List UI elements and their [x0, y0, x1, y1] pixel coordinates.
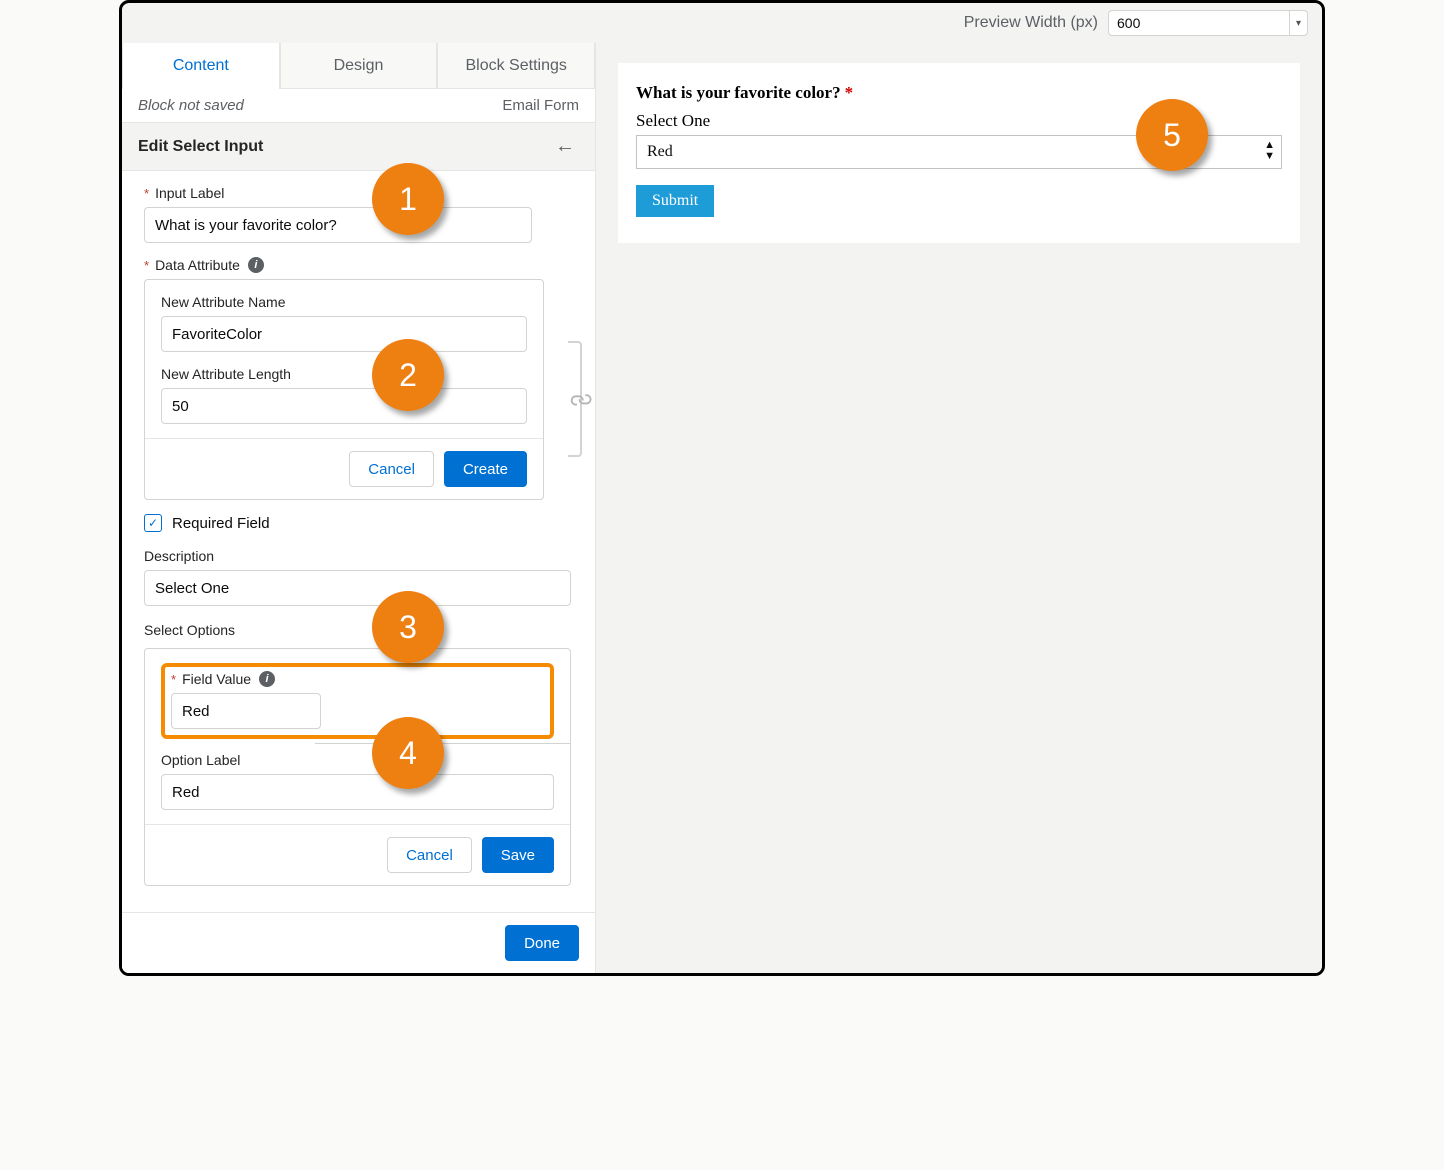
field-value-field[interactable]	[171, 693, 321, 729]
app-frame: Preview Width (px) 600 ▾ Content Design …	[119, 0, 1325, 976]
preview-panel: What is your favorite color?* Select One…	[596, 43, 1322, 973]
tab-design[interactable]: Design	[280, 43, 438, 89]
description-row: Description	[144, 548, 571, 606]
select-options-footer: Cancel Save	[145, 824, 570, 885]
input-label-row: * Input Label	[144, 185, 544, 243]
required-star-icon: *	[144, 258, 149, 273]
callout-1: 1	[372, 163, 444, 235]
callout-2: 2	[372, 339, 444, 411]
left-panel: Content Design Block Settings Block not …	[122, 43, 596, 973]
new-attribute-length-row: New Attribute Length	[161, 366, 527, 424]
info-icon[interactable]: i	[248, 257, 264, 273]
preview-submit-button[interactable]: Submit	[636, 185, 714, 217]
option-label-field[interactable]	[161, 774, 554, 810]
required-field-label: Required Field	[172, 515, 270, 532]
panel-body: * Input Label * Data Attribute i	[122, 171, 595, 912]
input-label-field[interactable]	[144, 207, 532, 243]
field-value-highlight: * Field Value i	[161, 663, 554, 739]
done-button[interactable]: Done	[505, 925, 579, 961]
cancel-button-2[interactable]: Cancel	[387, 837, 472, 873]
required-field-checkbox[interactable]: ✓	[144, 514, 162, 532]
data-attribute-box: New Attribute Name New Attribute Length …	[144, 279, 544, 500]
preview-selected-value: Red	[647, 143, 673, 161]
cancel-button[interactable]: Cancel	[349, 451, 434, 487]
tab-block-settings[interactable]: Block Settings	[437, 43, 595, 89]
option-label-row: Option Label	[161, 752, 554, 810]
select-options-label: Select Options	[144, 622, 571, 638]
tab-content[interactable]: Content	[122, 43, 280, 89]
info-icon[interactable]: i	[259, 671, 275, 687]
required-star-icon: *	[171, 672, 176, 687]
status-row: Block not saved Email Form	[122, 89, 595, 122]
new-attribute-name-row: New Attribute Name	[161, 294, 527, 352]
description-field[interactable]	[144, 570, 571, 606]
block-not-saved-label: Block not saved	[138, 97, 244, 114]
content-area: Content Design Block Settings Block not …	[122, 43, 1322, 973]
required-field-row[interactable]: ✓ Required Field	[144, 514, 571, 532]
data-attribute-row: * Data Attribute i New Attribute Name Ne…	[144, 257, 544, 500]
description-label: Description	[144, 548, 571, 564]
preview-width-label: Preview Width (px)	[964, 14, 1098, 32]
new-attribute-length-field[interactable]	[161, 388, 527, 424]
top-bar: Preview Width (px) 600 ▾	[122, 3, 1322, 43]
save-button[interactable]: Save	[482, 837, 554, 873]
required-star-icon: *	[144, 186, 149, 201]
new-attribute-length-label: New Attribute Length	[161, 366, 527, 382]
required-star-icon: *	[845, 83, 854, 102]
option-label-label: Option Label	[161, 752, 554, 768]
callout-3: 3	[372, 591, 444, 663]
field-value-label: * Field Value i	[171, 671, 544, 687]
callout-4: 4	[372, 717, 444, 789]
callout-5: 5	[1136, 99, 1208, 171]
data-attribute-label: * Data Attribute i	[144, 257, 544, 273]
panel-header: Edit Select Input ←	[122, 122, 595, 171]
input-label-label: * Input Label	[144, 185, 544, 201]
select-options-box: * Field Value i Option Label	[144, 648, 571, 886]
new-attribute-name-label: New Attribute Name	[161, 294, 527, 310]
new-attribute-name-field[interactable]	[161, 316, 527, 352]
panel-title: Edit Select Input	[138, 138, 263, 156]
back-arrow-icon[interactable]: ←	[551, 135, 579, 158]
select-arrows-icon: ▲▼	[1264, 140, 1273, 162]
data-attribute-footer: Cancel Create	[145, 438, 543, 499]
caret-down-icon[interactable]: ▾	[1289, 11, 1307, 35]
preview-question: What is your favorite color?*	[636, 83, 1282, 103]
create-button[interactable]: Create	[444, 451, 527, 487]
tabs: Content Design Block Settings	[122, 43, 595, 89]
panel-footer: Done	[122, 912, 595, 973]
preview-width-input[interactable]: 600 ▾	[1108, 10, 1308, 36]
preview-width-value: 600	[1117, 15, 1289, 31]
block-type-label: Email Form	[502, 97, 579, 114]
